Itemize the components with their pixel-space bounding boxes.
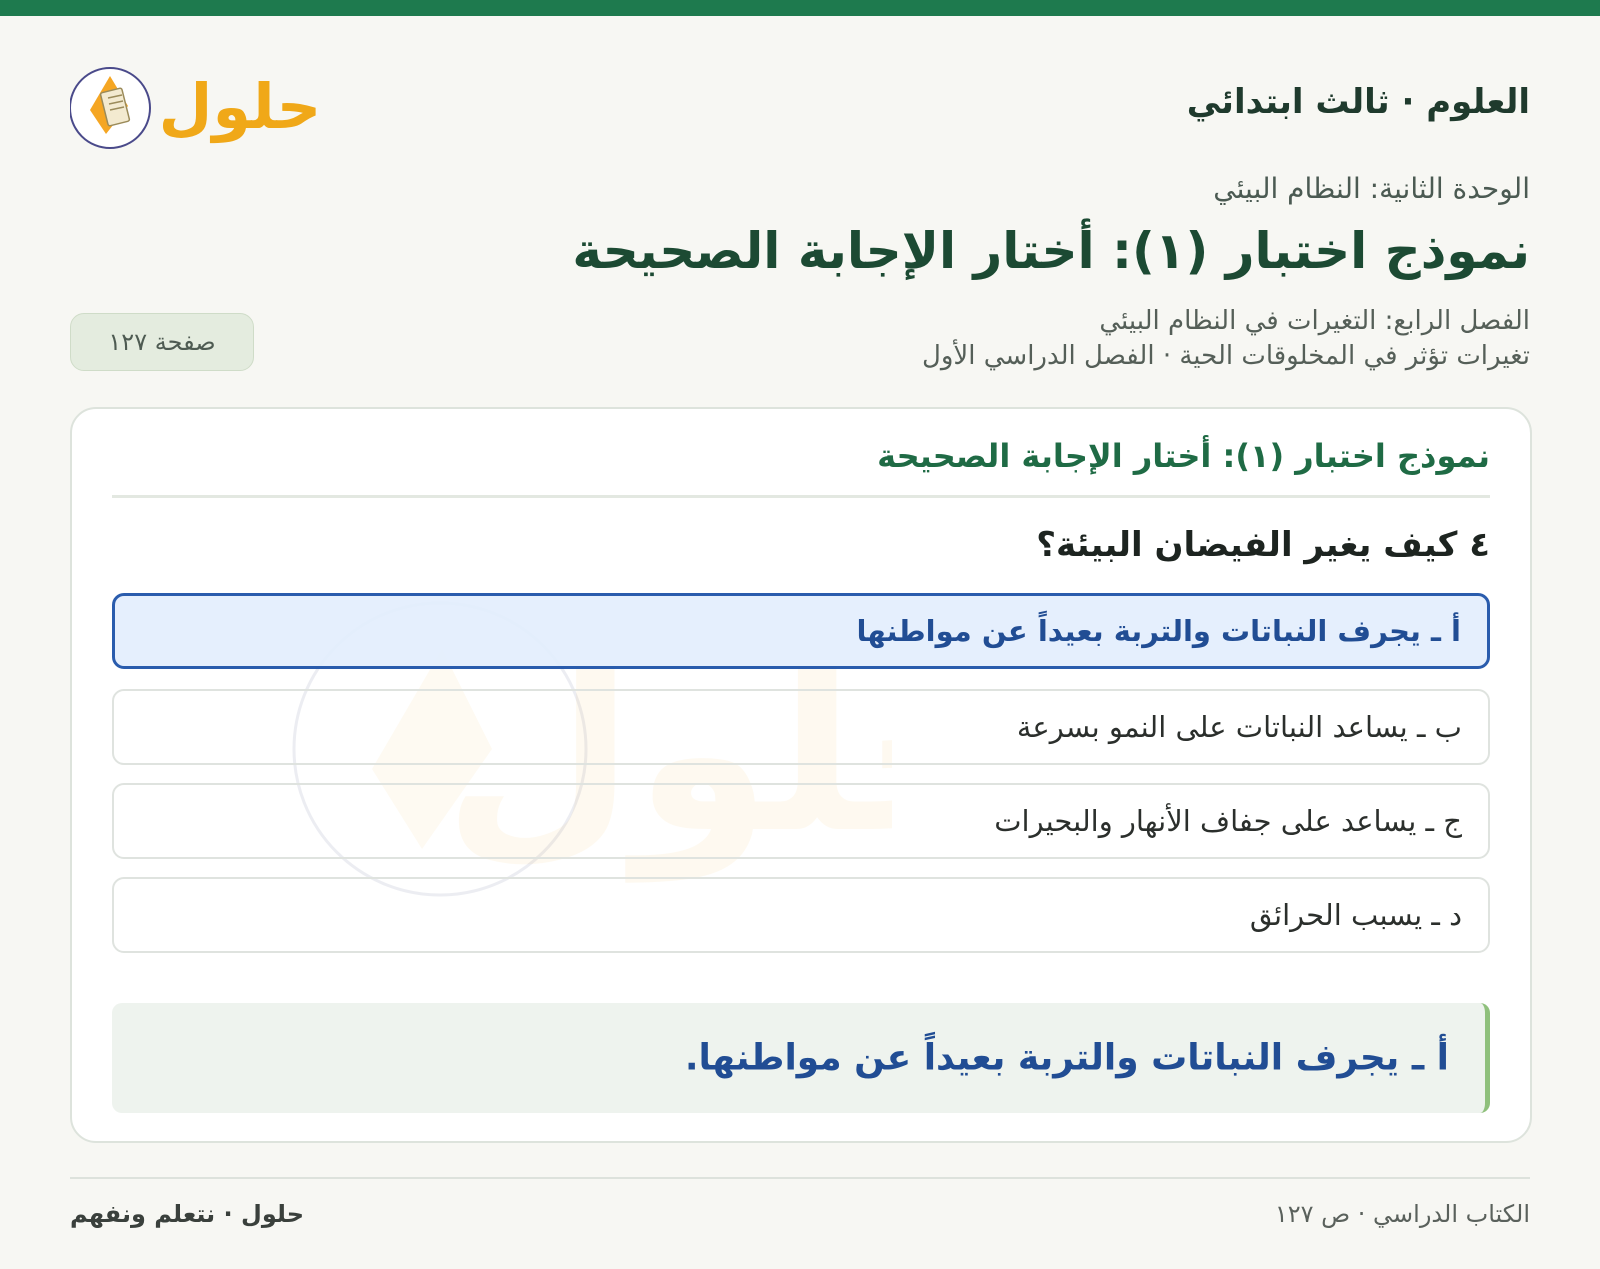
- correct-answer-box: أ ـ يجرف النباتات والتربة بعيداً عن مواط…: [112, 1003, 1490, 1113]
- header: العلوم · ثالث ابتدائي حلول: [69, 58, 1530, 154]
- option-label: ج ـ يساعد على جفاف الأنهار والبحيرات: [994, 804, 1462, 838]
- brand-logo[interactable]: حلول: [69, 58, 330, 154]
- subject-title: العلوم · ثالث ابتدائي: [1186, 82, 1530, 122]
- option-label: أ ـ يجرف النباتات والتربة بعيداً عن مواط…: [856, 614, 1461, 648]
- footer-divider: [70, 1177, 1530, 1179]
- footer-source: الكتاب الدراسي · ص ١٢٧: [1274, 1200, 1530, 1228]
- question-card: حلول نموذج اختبار (١): أختار الإجابة الص…: [70, 407, 1532, 1143]
- page-title: نموذج اختبار (١): أختار الإجابة الصحيحة: [572, 222, 1530, 280]
- chapter-label: الفصل الرابع: التغيرات في النظام البيئي: [1099, 306, 1530, 336]
- logo-wordmark: حلول: [159, 70, 322, 143]
- correct-answer-text: أ ـ يجرف النباتات والتربة بعيداً عن مواط…: [684, 1037, 1449, 1079]
- unit-label: الوحدة الثانية: النظام البيئي: [1213, 172, 1530, 205]
- footer-brand: حلول · نتعلم ونفهم: [70, 1200, 304, 1228]
- answer-option-b[interactable]: ب ـ يساعد النباتات على النمو بسرعة: [112, 689, 1490, 765]
- page-number-badge: صفحة ١٢٧: [70, 313, 254, 371]
- card-divider: [112, 495, 1490, 498]
- option-label: ب ـ يساعد النباتات على النمو بسرعة: [1016, 710, 1462, 744]
- option-label: د ـ يسبب الحرائق: [1249, 898, 1462, 932]
- lesson-label: تغيرات تؤثر في المخلوقات الحية · الفصل ا…: [921, 341, 1530, 371]
- card-title: نموذج اختبار (١): أختار الإجابة الصحيحة: [877, 437, 1490, 475]
- answer-option-c[interactable]: ج ـ يساعد على جفاف الأنهار والبحيرات: [112, 783, 1490, 859]
- question-text: ٤ كيف يغير الفيضان البيئة؟: [1036, 525, 1490, 565]
- answer-option-d[interactable]: د ـ يسبب الحرائق: [112, 877, 1490, 953]
- top-accent-bar: [0, 0, 1600, 16]
- answer-option-a[interactable]: أ ـ يجرف النباتات والتربة بعيداً عن مواط…: [112, 593, 1490, 669]
